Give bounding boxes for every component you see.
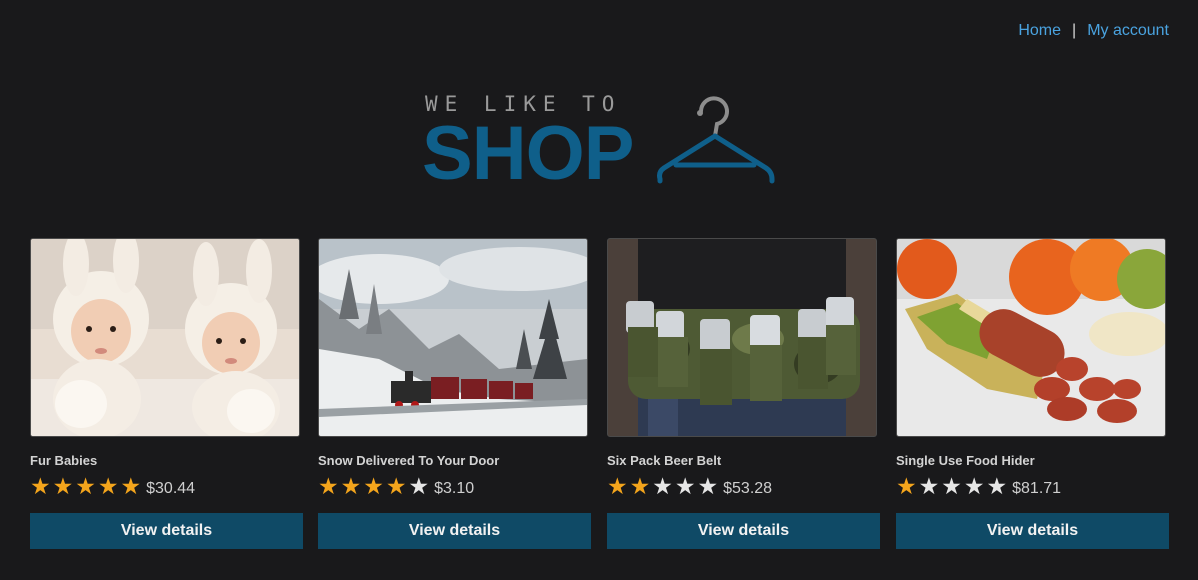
star-rating: ★ ★ ★ ★ ★ — [318, 473, 431, 500]
top-nav: Home | My account — [1018, 22, 1169, 40]
star-icon: ★ — [408, 473, 430, 500]
babies-photo — [31, 239, 299, 436]
star-rating: ★ ★ ★ ★ ★ — [607, 473, 720, 500]
product-price: $81.71 — [1012, 480, 1062, 497]
product-rating: ★ ★ ★ ★ ★ $3.10 — [318, 474, 591, 500]
hanger-icon — [657, 96, 775, 184]
star-icon: ★ — [986, 473, 1008, 500]
snow-train-photo — [319, 239, 587, 436]
star-icon: ★ — [674, 473, 696, 500]
beer-belt-photo — [608, 239, 876, 436]
star-icon: ★ — [963, 473, 985, 500]
product-price: $30.44 — [146, 480, 196, 497]
star-icon: ★ — [607, 473, 628, 500]
product-card: Snow Delivered To Your Door ★ ★ ★ ★ ★ $3.10 … — [318, 238, 591, 549]
product-card: Single Use Food Hider ★ ★ ★ ★ ★ $81.71 View … — [896, 238, 1169, 549]
food-hider-photo — [897, 239, 1165, 436]
star-icon: ★ — [30, 473, 51, 500]
star-icon: ★ — [318, 473, 339, 500]
site-logo[interactable]: WE LIKE TO SHOP — [420, 88, 780, 192]
product-card: Six Pack Beer Belt ★ ★ ★ ★ ★ $53.28 View det… — [607, 238, 880, 549]
product-image[interactable] — [318, 238, 588, 437]
view-details-button[interactable]: View details — [896, 513, 1169, 549]
star-rating: ★ ★ ★ ★ ★ — [30, 473, 143, 500]
star-icon: ★ — [75, 473, 96, 500]
product-image[interactable] — [607, 238, 877, 437]
view-details-button[interactable]: View details — [607, 513, 880, 549]
star-icon: ★ — [385, 473, 407, 500]
home-link[interactable]: Home — [1018, 22, 1061, 40]
view-details-button[interactable]: View details — [318, 513, 591, 549]
product-title[interactable]: Fur Babies — [30, 453, 303, 469]
star-icon: ★ — [652, 473, 673, 500]
product-title[interactable]: Single Use Food Hider — [896, 453, 1169, 469]
star-icon: ★ — [97, 473, 119, 500]
star-icon: ★ — [120, 473, 142, 500]
product-grid: Fur Babies ★★★★★ $30.44 View details — [30, 238, 1170, 550]
star-icon: ★ — [340, 473, 362, 500]
product-image[interactable] — [896, 238, 1166, 437]
star-icon: ★ — [918, 473, 940, 500]
product-card: Fur Babies ★ ★ ★ ★ ★ $30.44 View details — [30, 238, 303, 549]
nav-separator: | — [1072, 22, 1077, 39]
product-title[interactable]: Snow Delivered To Your Door — [318, 453, 591, 469]
star-icon: ★ — [363, 473, 384, 500]
product-price: $53.28 — [723, 480, 773, 497]
product-rating: ★ ★ ★ ★ ★ $81.71 — [896, 474, 1169, 500]
star-icon: ★ — [697, 473, 719, 500]
product-title[interactable]: Six Pack Beer Belt — [607, 453, 880, 469]
star-icon: ★ — [896, 473, 917, 500]
page: Home | My account WE LIKE TO SHOP Fur Ba… — [0, 0, 1198, 580]
star-icon: ★ — [52, 473, 74, 500]
product-rating: ★ ★ ★ ★ ★ $30.44 — [30, 474, 303, 500]
my-account-link[interactable]: My account — [1087, 22, 1169, 40]
product-price: $3.10 — [434, 480, 475, 497]
star-rating: ★ ★ ★ ★ ★ — [896, 473, 1009, 500]
product-image[interactable] — [30, 238, 300, 437]
star-icon: ★ — [629, 473, 651, 500]
logo-wordmark: SHOP — [422, 111, 634, 196]
star-icon: ★ — [941, 473, 962, 500]
view-details-button[interactable]: View details — [30, 513, 303, 549]
product-rating: ★ ★ ★ ★ ★ $53.28 — [607, 474, 880, 500]
